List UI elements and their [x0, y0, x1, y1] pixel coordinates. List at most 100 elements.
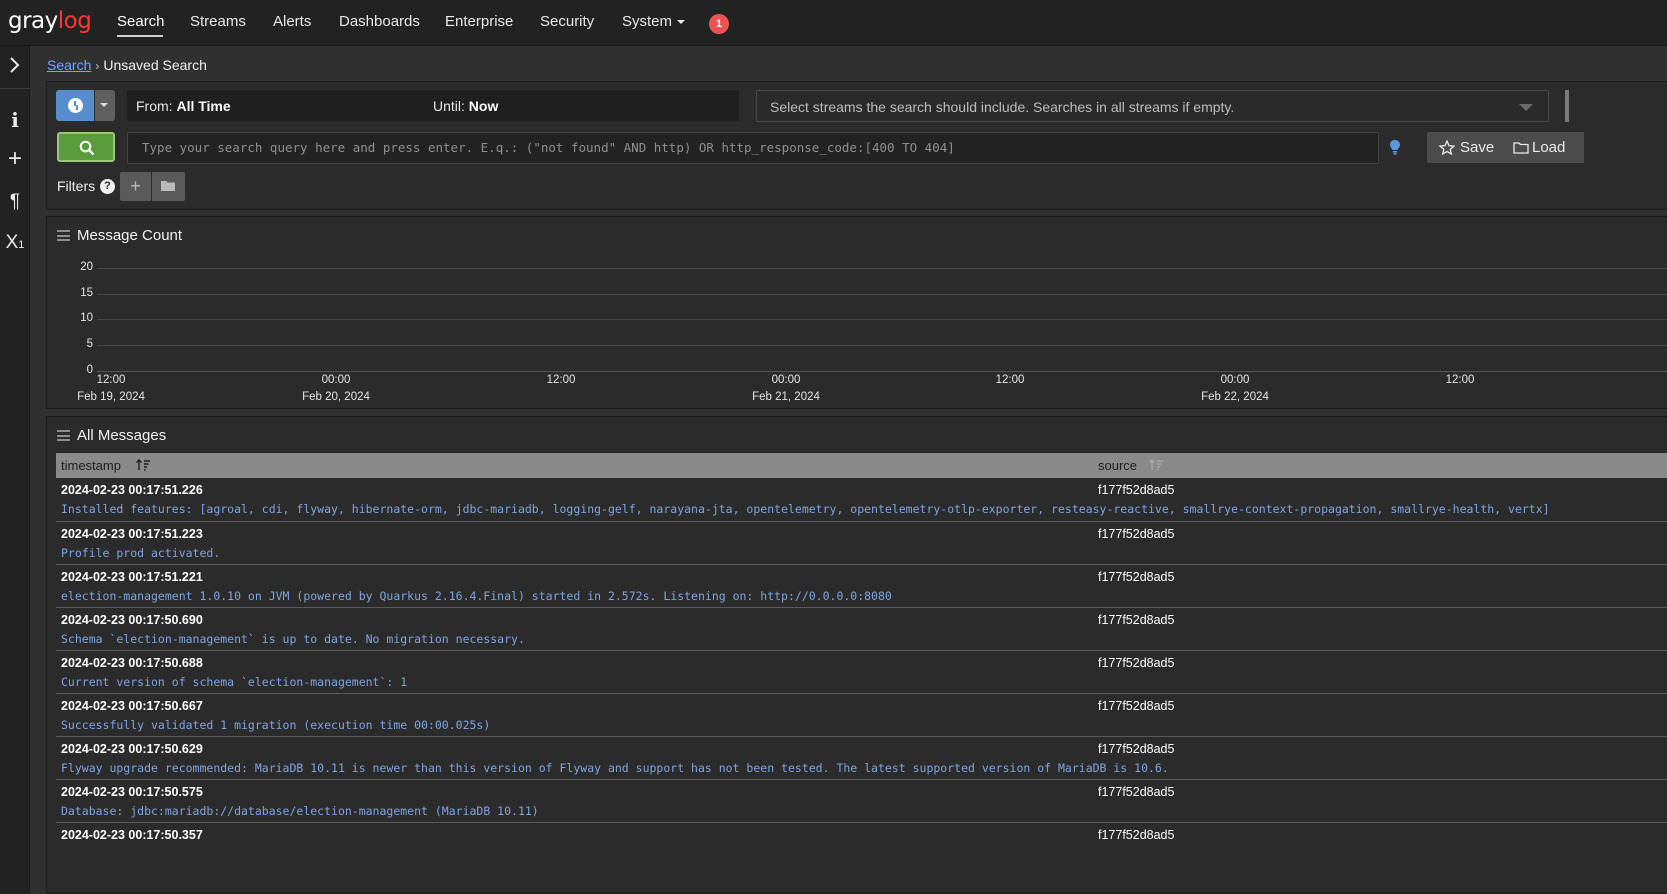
- y-tick-label: 10: [80, 312, 93, 324]
- message-timestamp: 2024-02-23 00:17:51.221: [61, 570, 203, 584]
- nav-dashboards[interactable]: Dashboards: [339, 13, 420, 30]
- message-source: f177f52d8ad5: [1098, 613, 1175, 627]
- clock-icon: [68, 98, 83, 113]
- paragraph-icon[interactable]: ¶: [0, 191, 30, 213]
- message-text: Profile prod activated.: [61, 546, 221, 560]
- chevron-right-icon[interactable]: [0, 56, 30, 79]
- message-text: Flyway upgrade recommended: MariaDB 10.1…: [61, 761, 1169, 775]
- load-label: Load: [1532, 139, 1566, 156]
- message-timestamp: 2024-02-23 00:17:50.629: [61, 742, 203, 756]
- breadcrumb-current: Unsaved Search: [103, 57, 207, 73]
- save-label: Save: [1460, 139, 1495, 156]
- nav-enterprise[interactable]: Enterprise: [445, 13, 513, 30]
- table-row[interactable]: 2024-02-23 00:17:50.688 f177f52d8ad5 Cur…: [56, 650, 1667, 693]
- x-tick-label: 00:00 Feb 20, 2024: [302, 374, 370, 403]
- sort-icon[interactable]: [1149, 459, 1164, 471]
- x-tick-label: 12:00: [995, 374, 1025, 386]
- search-button[interactable]: [57, 132, 115, 162]
- message-text: Database: jdbc:mariadb://database/electi…: [61, 804, 539, 818]
- table-row[interactable]: 2024-02-23 00:17:50.575 f177f52d8ad5 Dat…: [56, 779, 1667, 822]
- message-timestamp: 2024-02-23 00:17:50.690: [61, 613, 203, 627]
- left-sidebar: i + ¶ X1: [0, 46, 30, 894]
- subscript-icon[interactable]: X1: [0, 232, 30, 254]
- column-header-source[interactable]: source: [1098, 458, 1137, 473]
- sort-icon[interactable]: [136, 459, 151, 471]
- message-source: f177f52d8ad5: [1098, 483, 1175, 497]
- message-source: f177f52d8ad5: [1098, 742, 1175, 756]
- save-button[interactable]: Save: [1427, 132, 1504, 163]
- chart-gridline: [97, 268, 1667, 269]
- streams-placeholder: Select streams the search should include…: [770, 99, 1235, 115]
- message-timestamp: 2024-02-23 00:17:50.688: [61, 656, 203, 670]
- until-range: Until: Now: [433, 98, 499, 114]
- message-text: Current version of schema `election-mana…: [61, 675, 408, 689]
- message-source: f177f52d8ad5: [1098, 570, 1175, 584]
- nav-alerts[interactable]: Alerts: [273, 13, 311, 30]
- y-tick-label: 20: [80, 261, 93, 273]
- y-tick-label: 5: [86, 338, 93, 350]
- streams-select[interactable]: Select streams the search should include…: [756, 90, 1549, 122]
- table-row[interactable]: 2024-02-23 00:17:50.690 f177f52d8ad5 Sch…: [56, 607, 1667, 650]
- breadcrumb-search-link[interactable]: Search: [47, 57, 91, 73]
- plus-icon[interactable]: +: [0, 147, 30, 171]
- time-range-dropdown[interactable]: [95, 90, 115, 121]
- question-icon[interactable]: ?: [100, 179, 115, 194]
- x-tick-label: 12:00: [546, 374, 576, 386]
- time-range-button[interactable]: [56, 90, 94, 121]
- chart-gridline: [97, 294, 1667, 295]
- folder-icon: [1513, 142, 1529, 154]
- refresh-control-edge[interactable]: [1565, 90, 1569, 122]
- column-header-timestamp[interactable]: timestamp: [61, 458, 121, 473]
- message-source: f177f52d8ad5: [1098, 699, 1175, 713]
- message-text: election-management 1.0.10 on JVM (power…: [61, 589, 892, 603]
- search-query-input[interactable]: Type your search query here and press en…: [127, 132, 1379, 164]
- load-filter-button[interactable]: [152, 172, 185, 201]
- top-navbar: graylog Search Streams Alerts Dashboards…: [0, 0, 1667, 46]
- message-source: f177f52d8ad5: [1098, 527, 1175, 541]
- message-timestamp: 2024-02-23 00:17:50.575: [61, 785, 203, 799]
- message-text: Installed features: [agroal, cdi, flyway…: [61, 502, 1550, 516]
- message-source: f177f52d8ad5: [1098, 785, 1175, 799]
- lightbulb-icon[interactable]: [1389, 139, 1401, 161]
- nav-system-label: System: [622, 13, 673, 30]
- message-timestamp: 2024-02-23 00:17:51.226: [61, 483, 203, 497]
- load-button[interactable]: Load: [1504, 132, 1584, 163]
- add-filter-button[interactable]: +: [120, 172, 151, 201]
- caret-down-icon: [100, 103, 108, 107]
- x-tick-label: 00:00 Feb 21, 2024: [752, 374, 820, 403]
- graylog-logo[interactable]: graylog: [8, 8, 92, 34]
- x-tick-label: 12:00 Feb 19, 2024: [77, 374, 145, 403]
- chevron-down-icon: [677, 20, 686, 25]
- chart-gridline: [97, 319, 1667, 320]
- message-count-title: Message Count: [77, 227, 183, 244]
- drag-handle-icon[interactable]: [57, 230, 70, 241]
- drag-handle-icon[interactable]: [57, 430, 70, 441]
- message-timestamp: 2024-02-23 00:17:50.667: [61, 699, 203, 713]
- info-icon[interactable]: i: [0, 108, 30, 132]
- message-source: f177f52d8ad5: [1098, 656, 1175, 670]
- nav-streams[interactable]: Streams: [190, 13, 246, 30]
- table-row[interactable]: 2024-02-23 00:17:50.629 f177f52d8ad5 Fly…: [56, 736, 1667, 779]
- table-row[interactable]: 2024-02-23 00:17:50.357 f177f52d8ad5: [56, 822, 1667, 865]
- x-tick-label: 00:00 Feb 22, 2024: [1201, 374, 1269, 403]
- table-row[interactable]: 2024-02-23 00:17:51.223 f177f52d8ad5 Pro…: [56, 521, 1667, 564]
- time-range-display[interactable]: From: All Time Until: Now: [127, 90, 739, 121]
- nav-system[interactable]: System: [622, 13, 686, 30]
- message-timestamp: 2024-02-23 00:17:51.223: [61, 527, 203, 541]
- message-text: Schema `election-management` is up to da…: [61, 632, 525, 646]
- message-text: Successfully validated 1 migration (exec…: [61, 718, 491, 732]
- chart-gridline: [97, 345, 1667, 346]
- search-icon: [79, 140, 95, 156]
- table-row[interactable]: 2024-02-23 00:17:50.667 f177f52d8ad5 Suc…: [56, 693, 1667, 736]
- breadcrumb-separator-icon: ›: [95, 59, 100, 73]
- sidebar-divider: [0, 88, 30, 89]
- table-row[interactable]: 2024-02-23 00:17:51.226 f177f52d8ad5 Ins…: [56, 478, 1667, 521]
- nav-security[interactable]: Security: [540, 13, 594, 30]
- star-icon: [1439, 140, 1455, 155]
- table-row[interactable]: 2024-02-23 00:17:51.221 f177f52d8ad5 ele…: [56, 564, 1667, 607]
- nav-search[interactable]: Search: [117, 13, 165, 30]
- notification-badge[interactable]: 1: [709, 14, 729, 34]
- messages-table-header: timestamp source: [56, 453, 1667, 478]
- filters-label: Filters: [57, 178, 96, 194]
- y-tick-label: 15: [80, 287, 93, 299]
